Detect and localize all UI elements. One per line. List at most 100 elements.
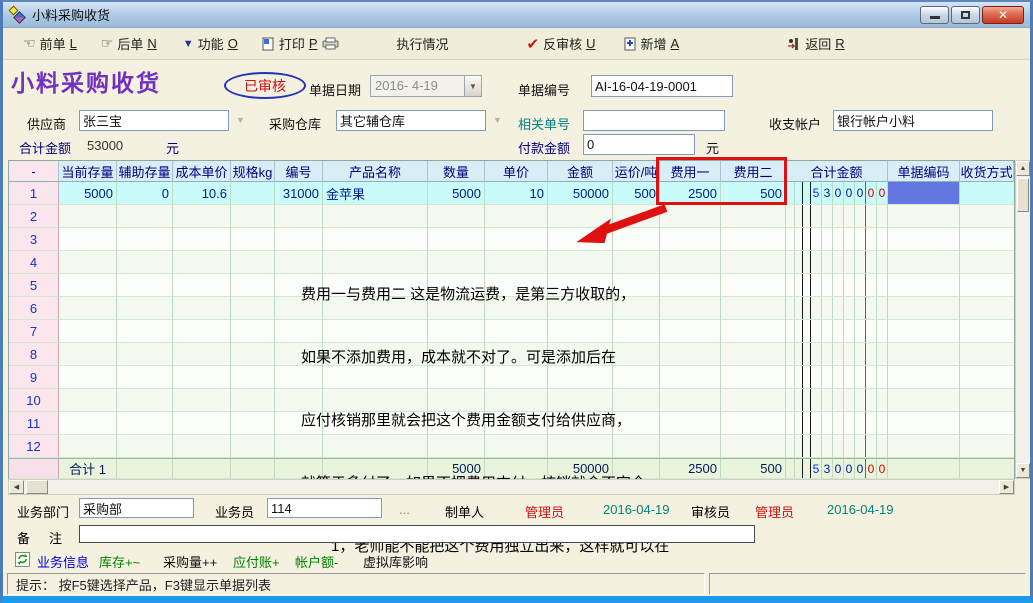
empty-cell[interactable] — [960, 251, 1014, 274]
empty-digit-cell[interactable] — [786, 228, 888, 251]
col-header-amount[interactable]: 金额 — [548, 161, 613, 182]
empty-cell[interactable] — [721, 228, 786, 251]
empty-cell[interactable] — [117, 274, 173, 297]
empty-cell[interactable] — [275, 297, 323, 320]
empty-cell[interactable] — [428, 251, 485, 274]
empty-cell[interactable] — [660, 366, 721, 389]
empty-cell[interactable] — [613, 412, 660, 435]
empty-cell[interactable] — [660, 343, 721, 366]
empty-cell[interactable] — [721, 412, 786, 435]
empty-digit-cell[interactable] — [786, 274, 888, 297]
empty-cell[interactable] — [173, 366, 231, 389]
supplier-input[interactable] — [79, 110, 229, 131]
return-button[interactable]: 返回R — [781, 31, 850, 56]
empty-cell[interactable] — [117, 389, 173, 412]
empty-cell[interactable] — [323, 251, 428, 274]
empty-cell[interactable] — [275, 366, 323, 389]
supplier-dropdown-icon[interactable]: ▼ — [236, 115, 245, 125]
empty-cell[interactable] — [888, 320, 960, 343]
empty-cell[interactable] — [613, 251, 660, 274]
empty-cell[interactable] — [888, 205, 960, 228]
table-row[interactable]: 7 — [9, 320, 1014, 343]
empty-cell[interactable] — [888, 228, 960, 251]
empty-cell[interactable] — [275, 274, 323, 297]
empty-cell[interactable] — [323, 435, 428, 458]
remark-input[interactable] — [79, 525, 755, 543]
empty-cell[interactable] — [485, 297, 548, 320]
cell-amount-digits[interactable]: 5300000 — [786, 182, 888, 205]
empty-cell[interactable] — [888, 412, 960, 435]
empty-cell[interactable] — [613, 389, 660, 412]
execution-status-button[interactable]: 执行情况 — [391, 31, 455, 56]
row-number[interactable]: 9 — [9, 366, 59, 389]
close-button[interactable]: ✕ — [982, 6, 1024, 24]
warehouse-input[interactable] — [336, 110, 486, 131]
row-number[interactable]: 7 — [9, 320, 59, 343]
cell-price[interactable]: 10 — [485, 182, 548, 205]
empty-cell[interactable] — [485, 320, 548, 343]
empty-cell[interactable] — [323, 228, 428, 251]
empty-cell[interactable] — [485, 274, 548, 297]
empty-cell[interactable] — [613, 343, 660, 366]
empty-cell[interactable] — [721, 320, 786, 343]
empty-cell[interactable] — [485, 389, 548, 412]
empty-cell[interactable] — [888, 274, 960, 297]
empty-cell[interactable] — [888, 366, 960, 389]
table-row[interactable]: 1 5000 0 10.6 31000 金苹果 5000 10 50000 50… — [9, 182, 1014, 205]
cell-fee2[interactable]: 500 — [721, 182, 786, 205]
empty-cell[interactable] — [960, 228, 1014, 251]
empty-cell[interactable] — [323, 366, 428, 389]
empty-cell[interactable] — [173, 274, 231, 297]
empty-cell[interactable] — [548, 389, 613, 412]
empty-cell[interactable] — [275, 228, 323, 251]
empty-cell[interactable] — [59, 343, 117, 366]
empty-cell[interactable] — [173, 435, 231, 458]
empty-digit-cell[interactable] — [786, 412, 888, 435]
empty-digit-cell[interactable] — [786, 251, 888, 274]
vertical-scrollbar[interactable]: ▲ ▼ — [1015, 160, 1031, 479]
empty-cell[interactable] — [660, 389, 721, 412]
table-row[interactable]: 8 — [9, 343, 1014, 366]
empty-cell[interactable] — [275, 389, 323, 412]
empty-cell[interactable] — [323, 274, 428, 297]
empty-cell[interactable] — [485, 205, 548, 228]
cell-code[interactable]: 31000 — [275, 182, 323, 205]
empty-cell[interactable] — [323, 343, 428, 366]
table-row[interactable]: 2 — [9, 205, 1014, 228]
virtual-stock-link[interactable]: 虚拟库影响 — [363, 552, 428, 571]
empty-cell[interactable] — [173, 251, 231, 274]
empty-cell[interactable] — [117, 320, 173, 343]
empty-cell[interactable] — [323, 412, 428, 435]
date-dropdown-button[interactable]: ▼ — [464, 76, 481, 96]
empty-cell[interactable] — [613, 320, 660, 343]
col-header-spec[interactable]: 规格kg — [231, 161, 275, 182]
empty-cell[interactable] — [660, 297, 721, 320]
empty-cell[interactable] — [173, 412, 231, 435]
empty-cell[interactable] — [960, 205, 1014, 228]
warehouse-dropdown-icon[interactable]: ▼ — [493, 115, 502, 125]
empty-cell[interactable] — [428, 412, 485, 435]
table-row[interactable]: 4 — [9, 251, 1014, 274]
table-row[interactable]: 10 — [9, 389, 1014, 412]
row-number[interactable]: 12 — [9, 435, 59, 458]
empty-cell[interactable] — [548, 274, 613, 297]
empty-cell[interactable] — [323, 320, 428, 343]
empty-cell[interactable] — [721, 251, 786, 274]
empty-cell[interactable] — [323, 297, 428, 320]
col-header-current-stock[interactable]: 当前存量 — [59, 161, 117, 182]
empty-cell[interactable] — [721, 297, 786, 320]
col-header-cost-price[interactable]: 成本单价 — [173, 161, 231, 182]
empty-cell[interactable] — [960, 366, 1014, 389]
table-row[interactable]: 5 — [9, 274, 1014, 297]
horizontal-scrollbar[interactable]: ◀ ▶ — [8, 479, 1015, 495]
row-number[interactable]: 2 — [9, 205, 59, 228]
empty-cell[interactable] — [960, 343, 1014, 366]
empty-cell[interactable] — [888, 435, 960, 458]
empty-cell[interactable] — [485, 435, 548, 458]
col-header-fee1[interactable]: 费用一 — [660, 161, 721, 182]
empty-cell[interactable] — [231, 320, 275, 343]
col-header-total-amount[interactable]: 合计金额 — [786, 161, 888, 182]
clerk-more-button[interactable]: ... — [399, 502, 410, 517]
empty-cell[interactable] — [485, 251, 548, 274]
empty-cell[interactable] — [59, 435, 117, 458]
